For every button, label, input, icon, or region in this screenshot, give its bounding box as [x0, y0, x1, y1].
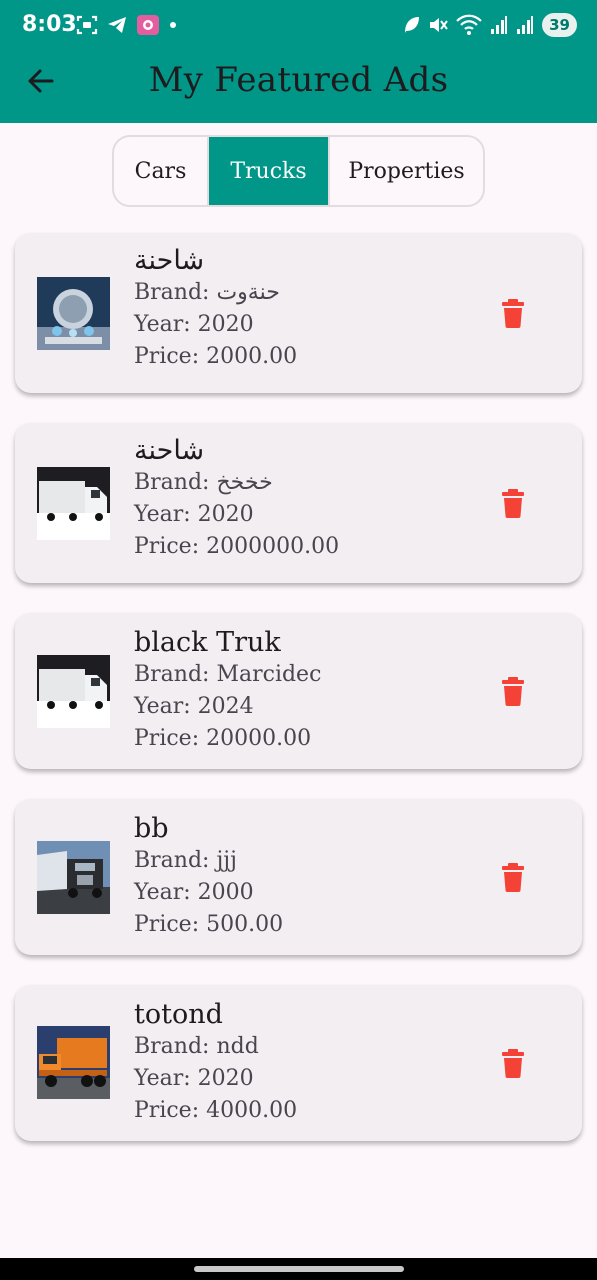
- ad-card[interactable]: شاحنة Brand: حنةوت Year: 2020 Price: 200…: [15, 233, 582, 393]
- orange-dump-truck-image: [37, 1026, 110, 1099]
- crystal-model-image: [37, 277, 110, 350]
- white-truck-image: [37, 655, 110, 728]
- ad-card[interactable]: bb Brand: jjj Year: 2000 Price: 500.00: [15, 799, 582, 955]
- signal-icon: [491, 16, 508, 34]
- signal-icon: [517, 16, 534, 34]
- trash-icon: [502, 299, 524, 328]
- tab-cars[interactable]: Cars: [114, 137, 209, 205]
- ad-thumbnail: [37, 655, 110, 728]
- page-title: My Featured Ads: [148, 60, 449, 100]
- delete-button[interactable]: [501, 488, 525, 518]
- semi-truck-image: [37, 841, 110, 914]
- ad-year: Year: 2000: [134, 880, 254, 905]
- battery-indicator: 39: [542, 13, 577, 37]
- ad-info: black Truk Brand: Marcidec Year: 2024 Pr…: [134, 627, 321, 755]
- ad-card[interactable]: black Truk Brand: Marcidec Year: 2024 Pr…: [15, 613, 582, 769]
- ad-brand: Brand: jjj: [134, 848, 237, 873]
- screenshot-icon: [76, 15, 98, 35]
- wifi-icon: [456, 14, 482, 35]
- status-left-icons: [76, 14, 178, 36]
- ad-price: Price: 2000000.00: [134, 534, 340, 559]
- ad-title: black Truk: [134, 627, 281, 658]
- status-right-icons: 39: [402, 13, 577, 37]
- ad-thumbnail: [37, 841, 110, 914]
- ad-year: Year: 2020: [134, 312, 254, 337]
- status-bar: 8:03 39: [0, 0, 597, 54]
- ad-title: شاحنة: [134, 435, 205, 466]
- ad-title: totond: [134, 999, 223, 1030]
- ad-card[interactable]: totond Brand: ndd Year: 2020 Price: 4000…: [15, 985, 582, 1141]
- delete-button[interactable]: [501, 676, 525, 706]
- telegram-icon: [108, 17, 126, 33]
- ad-year: Year: 2020: [134, 1066, 254, 1091]
- home-gesture-handle[interactable]: [194, 1266, 404, 1272]
- trash-icon: [502, 1049, 524, 1078]
- ad-year: Year: 2020: [134, 502, 254, 527]
- ad-thumbnail: [37, 467, 110, 540]
- leaf-icon: [405, 17, 420, 33]
- trash-icon: [502, 677, 524, 706]
- system-nav-bar: [0, 1258, 597, 1280]
- white-truck-image: [37, 467, 110, 540]
- ad-year: Year: 2024: [134, 694, 254, 719]
- ad-brand: Brand: حنةوت: [134, 280, 280, 305]
- delete-button[interactable]: [501, 1048, 525, 1078]
- ad-thumbnail: [37, 277, 110, 350]
- dot-icon: [170, 22, 176, 28]
- ad-brand: Brand: خخخخ: [134, 470, 273, 495]
- ad-card[interactable]: شاحنة Brand: خخخخ Year: 2020 Price: 2000…: [15, 423, 582, 583]
- ad-price: Price: 20000.00: [134, 726, 312, 751]
- ad-price: Price: 4000.00: [134, 1098, 298, 1123]
- tab-trucks[interactable]: Trucks: [209, 137, 328, 205]
- ad-info: totond Brand: ndd Year: 2020 Price: 4000…: [134, 999, 297, 1127]
- ad-brand: Brand: Marcidec: [134, 662, 322, 687]
- delete-button[interactable]: [501, 862, 525, 892]
- tab-properties[interactable]: Properties: [328, 137, 483, 205]
- mute-icon: [430, 18, 448, 32]
- ad-brand: Brand: ndd: [134, 1034, 259, 1059]
- ad-title: bb: [134, 813, 169, 844]
- category-tabs: Cars Trucks Properties: [112, 135, 485, 207]
- trash-icon: [502, 863, 524, 892]
- ad-price: Price: 2000.00: [134, 344, 298, 369]
- ad-title: شاحنة: [134, 245, 205, 276]
- ad-price: Price: 500.00: [134, 912, 284, 937]
- app-icon: [137, 15, 159, 35]
- trash-icon: [502, 489, 524, 518]
- ad-thumbnail: [37, 1026, 110, 1099]
- ad-info: bb Brand: jjj Year: 2000 Price: 500.00: [134, 813, 283, 941]
- ad-info: شاحنة Brand: خخخخ Year: 2020 Price: 2000…: [134, 435, 339, 563]
- ad-info: شاحنة Brand: حنةوت Year: 2020 Price: 200…: [134, 245, 297, 373]
- status-time: 8:03: [22, 12, 77, 37]
- delete-button[interactable]: [501, 298, 525, 328]
